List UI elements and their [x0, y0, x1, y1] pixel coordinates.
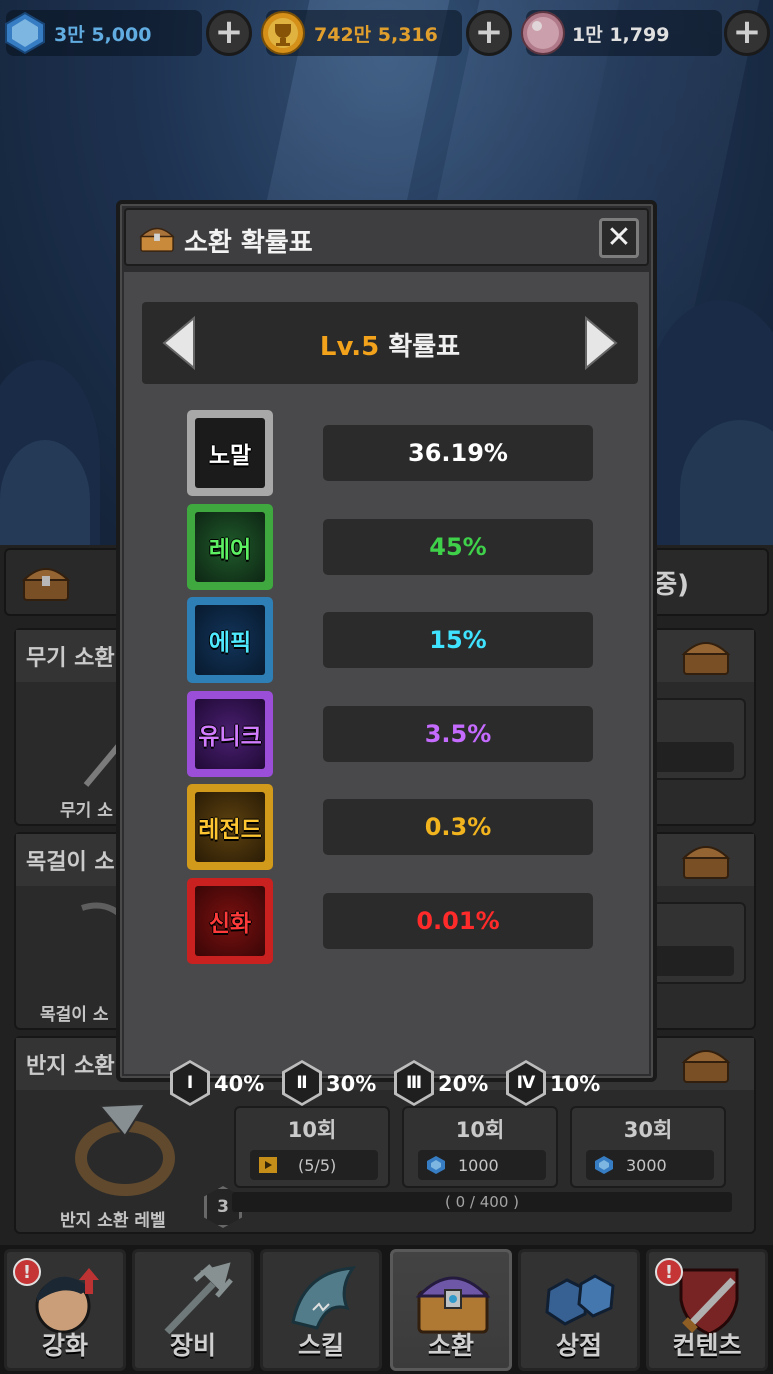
grade-badge-rare: 레어 — [187, 504, 273, 590]
grade-rate-unique: 3.5% — [323, 706, 593, 762]
level-number: Lv.5 — [319, 332, 380, 362]
tier-4-rate: 10% — [550, 1072, 601, 1096]
modal-body: Lv.5 확률표 노말 36.19% 레어 45% 에픽 15% 유니크 3.5 — [124, 272, 649, 1106]
grade-rate-rare: 45% — [323, 519, 593, 575]
level-title: Lv.5 확률표 — [142, 326, 638, 363]
close-button[interactable]: ✕ — [599, 218, 639, 258]
next-level-arrow-icon[interactable] — [584, 316, 618, 370]
modal-title: 소환 확률표 — [184, 228, 313, 258]
grade-badge-myth: 신화 — [187, 878, 273, 964]
tier-3-numeral: Ⅲ — [397, 1063, 431, 1103]
grade-badge-normal: 노말 — [187, 410, 273, 496]
level-title-text: 확률표 — [388, 332, 461, 362]
summon-rate-modal: 소환 확률표 ✕ Lv.5 확률표 노말 36.19% 레어 45% 에픽 15… — [116, 200, 657, 1106]
grade-rate-epic: 15% — [323, 612, 593, 668]
tier-3-rate: 20% — [438, 1072, 489, 1096]
chest-icon — [139, 227, 175, 252]
grade-badge-epic: 에픽 — [187, 597, 273, 683]
grade-badge-legend: 레전드 — [187, 784, 273, 870]
grade-rate-myth: 0.01% — [323, 893, 593, 949]
tier-2-numeral: Ⅱ — [285, 1063, 319, 1103]
grade-rate-legend: 0.3% — [323, 799, 593, 855]
tier-1-numeral: Ⅰ — [173, 1063, 207, 1103]
grade-rate-normal: 36.19% — [323, 425, 593, 481]
grade-badge-unique: 유니크 — [187, 691, 273, 777]
close-icon: ✕ — [606, 220, 632, 255]
tier-1-rate: 40% — [214, 1072, 265, 1096]
tier-4-numeral: Ⅳ — [509, 1063, 543, 1103]
modal-header: 소환 확률표 ✕ — [124, 208, 649, 266]
level-selector: Lv.5 확률표 — [142, 302, 638, 384]
tier-2-rate: 30% — [326, 1072, 377, 1096]
